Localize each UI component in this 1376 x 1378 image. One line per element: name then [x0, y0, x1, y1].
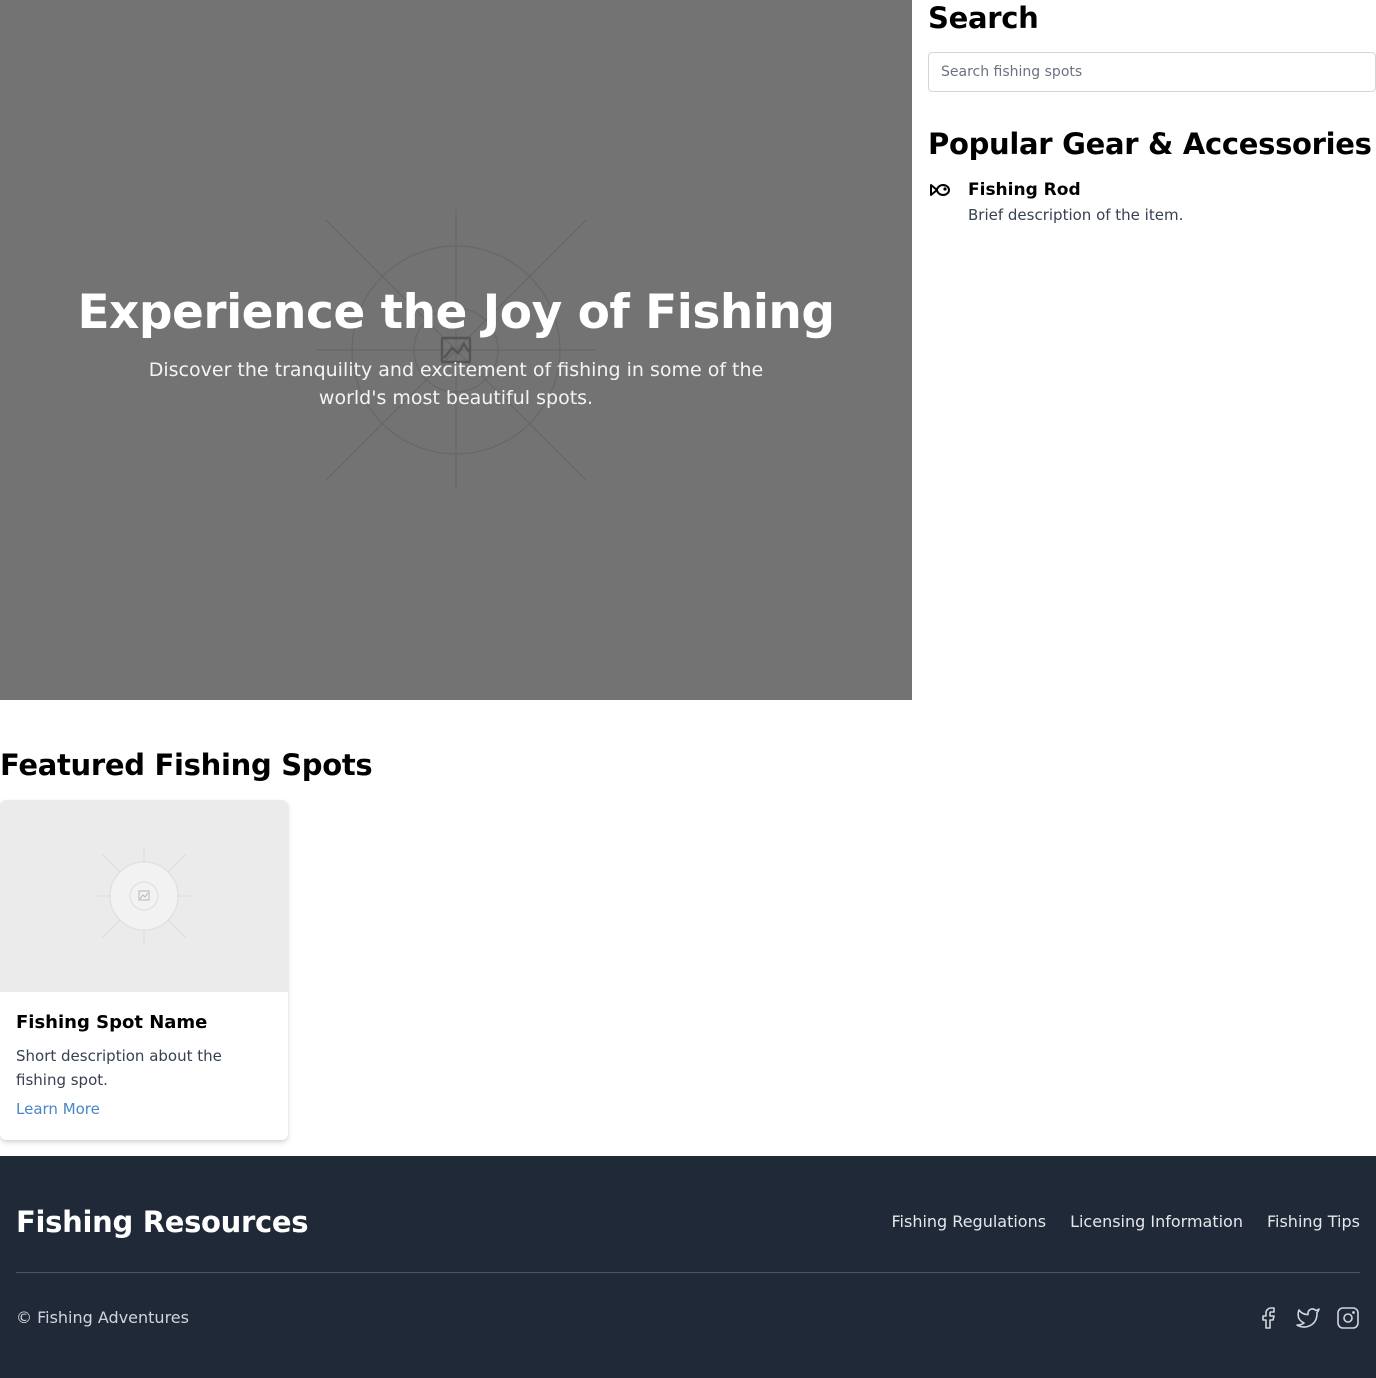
learn-more-link[interactable]: Learn More [16, 1100, 100, 1118]
search-heading: Search [928, 1, 1039, 35]
card-description: Short description about the fishing spot… [16, 1047, 222, 1089]
facebook-icon[interactable] [1256, 1306, 1280, 1330]
footer-divider [16, 1272, 1360, 1273]
card-image [0, 800, 288, 992]
gear-item[interactable]: Fishing Rod Brief description of the ite… [928, 178, 1376, 226]
social-links [1256, 1306, 1360, 1330]
spot-card: Fishing Spot Name Short description abou… [0, 800, 288, 1140]
sidebar: Search Popular Gear & Accessories Fishin… [928, 0, 1376, 226]
footer-link-licensing[interactable]: Licensing Information [1070, 1212, 1243, 1232]
featured-heading: Featured Fishing Spots [0, 748, 373, 782]
copyright: © Fishing Adventures [16, 1308, 189, 1327]
footer-title: Fishing Resources [16, 1205, 309, 1239]
footer-link-regulations[interactable]: Fishing Regulations [892, 1212, 1047, 1232]
top-section: Experience the Joy of Fishing Discover t… [0, 0, 1376, 700]
image-placeholder-icon [96, 848, 192, 944]
hero-subtitle: Discover the tranquility and excitement … [148, 359, 764, 409]
footer-link-tips[interactable]: Fishing Tips [1267, 1212, 1360, 1232]
card-body: Fishing Spot Name Short description abou… [0, 992, 288, 1118]
twitter-icon[interactable] [1296, 1306, 1320, 1330]
featured-section: Featured Fishing Spots Fishing Spot Name… [0, 745, 373, 1140]
hero-banner: Experience the Joy of Fishing Discover t… [0, 0, 912, 700]
gear-item-text: Fishing Rod Brief description of the ite… [968, 178, 1183, 226]
footer: Fishing Resources Fishing Regulations Li… [0, 1156, 1376, 1378]
gear-heading: Popular Gear & Accessories [928, 127, 1372, 161]
gear-item-description: Brief description of the item. [968, 206, 1184, 224]
footer-nav: Fishing Regulations Licensing Informatio… [892, 1212, 1361, 1232]
search-input[interactable] [928, 52, 1376, 92]
instagram-icon[interactable] [1336, 1306, 1360, 1330]
hero-title: Experience the Joy of Fishing [77, 285, 835, 340]
gear-item-name: Fishing Rod [968, 180, 1081, 200]
hero-text: Experience the Joy of Fishing Discover t… [0, 282, 912, 412]
fish-icon [930, 184, 950, 196]
card-title: Fishing Spot Name [16, 1012, 208, 1033]
